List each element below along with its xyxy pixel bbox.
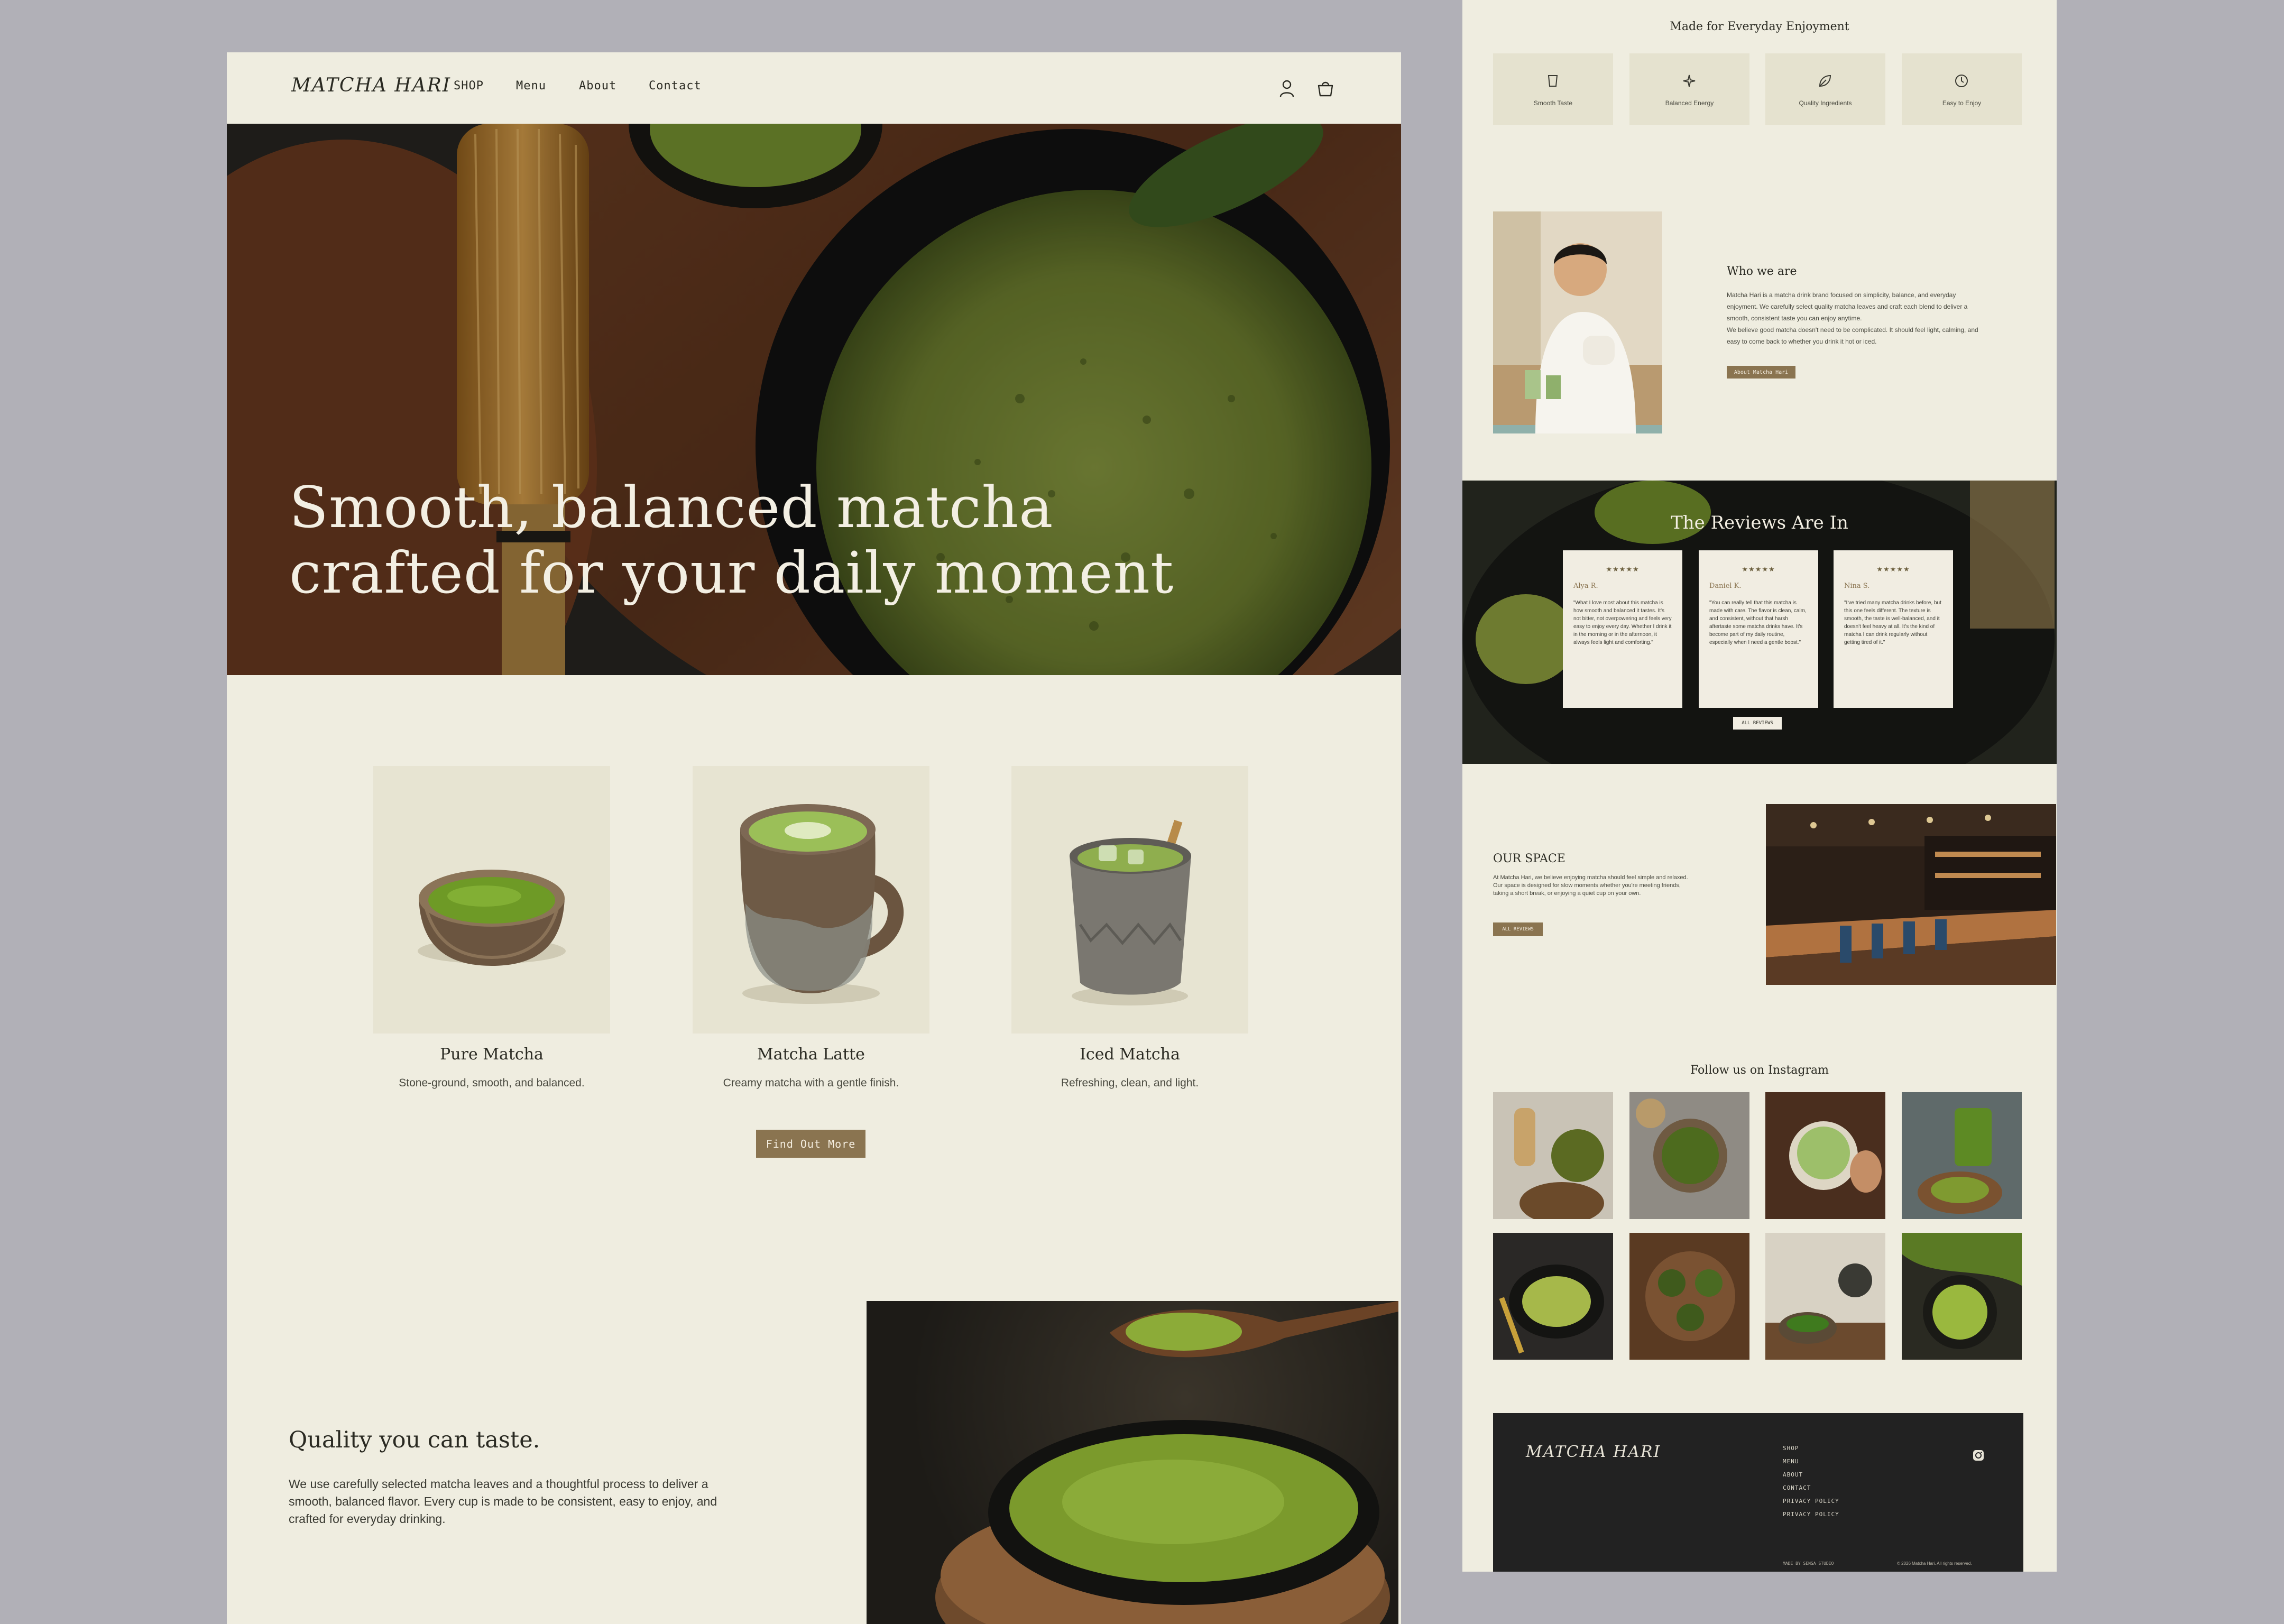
nav-link-shop[interactable]: SHOP	[454, 79, 484, 93]
about-matcha-hari-button[interactable]: About Matcha Hari	[1727, 366, 1795, 379]
instagram-image-tea-tray	[1629, 1233, 1749, 1360]
review-card: ★★★★★ Daniel K. "You can really tell tha…	[1699, 550, 1818, 708]
brand-logo[interactable]: MATCHA HARI	[291, 75, 451, 96]
feature-label: Quality Ingredients	[1799, 99, 1852, 107]
feature-label: Easy to Enjoy	[1942, 99, 1982, 107]
instagram-image-glass-tea	[1902, 1092, 2022, 1219]
nav-link-contact[interactable]: Contact	[649, 79, 702, 93]
about-page: Made for Everyday Enjoyment Smooth Taste…	[1462, 0, 2057, 1572]
leaf-icon	[1819, 75, 1831, 87]
instagram-icon[interactable]	[1972, 1449, 1985, 1462]
cafe-interior-image	[1766, 804, 2056, 985]
feature-label: Balanced Energy	[1665, 99, 1714, 107]
hero-headline-line2: crafted for your daily moment	[289, 540, 1174, 606]
star-rating: ★★★★★	[1742, 565, 1775, 573]
our-space-heading: OUR SPACE	[1493, 852, 1565, 865]
reviewer-name: Daniel K.	[1709, 582, 1742, 590]
nav-link-menu[interactable]: Menu	[516, 79, 546, 93]
instagram-post[interactable]	[1493, 1233, 1613, 1360]
who-we-are-heading: Who we are	[1727, 265, 1797, 278]
instagram-post[interactable]	[1629, 1092, 1749, 1219]
footer-logo[interactable]: MATCHA HARI	[1526, 1443, 1661, 1461]
footer-link-privacy-policy-2[interactable]: PRIVACY POLICY	[1783, 1511, 1839, 1518]
reviewer-name: Nina S.	[1844, 582, 1870, 590]
footer-link-shop[interactable]: SHOP	[1783, 1445, 1799, 1452]
cafe-interior-photo	[1766, 804, 2056, 985]
reviewer-name: Alya R.	[1573, 582, 1598, 590]
all-reviews-button[interactable]: ALL REVIEWS	[1733, 717, 1782, 730]
feature-card-easy-to-enjoy: Easy to Enjoy	[1902, 53, 2022, 125]
who-paragraph-1: Matcha Hari is a matcha drink brand focu…	[1727, 291, 1968, 322]
product-card-pure-matcha[interactable]	[373, 766, 610, 1034]
review-card: ★★★★★ Alya R. "What I love most about th…	[1563, 550, 1682, 708]
quality-description: We use carefully selected matcha leaves …	[289, 1477, 717, 1526]
iced-matcha-cup-image	[1070, 819, 1191, 1005]
features-heading: Made for Everyday Enjoyment	[1670, 20, 1849, 33]
instagram-image-leaf-bowl	[1902, 1233, 2022, 1360]
user-account-icon[interactable]	[1276, 78, 1297, 99]
footer-link-menu[interactable]: MENU	[1783, 1458, 1799, 1465]
barista-photo	[1493, 211, 1662, 433]
footer-link-privacy-policy[interactable]: PRIVACY POLICY	[1783, 1498, 1839, 1505]
reviews-heading: The Reviews Are In	[1671, 512, 1848, 533]
nav-link-about[interactable]: About	[579, 79, 616, 93]
product-description: Refreshing, clean, and light.	[1061, 1077, 1199, 1089]
review-text: "You can really tell that this matcha is…	[1709, 600, 1807, 645]
pure-matcha-bowl-image	[418, 870, 566, 966]
product-name: Pure Matcha	[440, 1045, 544, 1064]
product-card-matcha-latte[interactable]	[693, 766, 929, 1034]
star-rating: ★★★★★	[1606, 565, 1640, 573]
footer-link-about[interactable]: ABOUT	[1783, 1471, 1803, 1478]
who-paragraph-2: We believe good matcha doesn't need to b…	[1727, 326, 1978, 345]
clock-icon	[1955, 75, 1968, 87]
sparkle-icon	[1683, 75, 1696, 87]
review-text: "What I love most about this matcha is h…	[1573, 600, 1672, 645]
hero-headline-line1: Smooth, balanced matcha	[289, 475, 1054, 541]
product-name: Matcha Latte	[757, 1045, 865, 1064]
our-space-description: At Matcha Hari, we believe enjoying matc…	[1493, 874, 1688, 897]
feature-card-smooth-taste: Smooth Taste	[1493, 53, 1613, 125]
hero-headline: Smooth, balanced matcha crafted for your…	[289, 475, 1174, 606]
site-footer: MATCHA HARI SHOP MENU ABOUT CONTACT PRIV…	[1493, 1413, 2023, 1572]
our-space-button[interactable]: ALL REVIEWS	[1493, 922, 1543, 936]
instagram-image-hands-bowl	[1765, 1092, 1885, 1219]
reviews-section: The Reviews Are In ★★★★★ Alya R. "What I…	[1462, 481, 2057, 764]
matcha-powder-photo	[867, 1301, 1398, 1624]
star-rating: ★★★★★	[1876, 565, 1910, 573]
feature-card-balanced-energy: Balanced Energy	[1629, 53, 1749, 125]
instagram-post[interactable]	[1629, 1233, 1749, 1360]
hero-banner: Smooth, balanced matcha crafted for your…	[227, 124, 1401, 675]
instagram-image-whisk-set	[1493, 1092, 1613, 1219]
instagram-post[interactable]	[1765, 1092, 1885, 1219]
product-name: Iced Matcha	[1080, 1045, 1180, 1064]
instagram-heading: Follow us on Instagram	[1690, 1064, 1829, 1077]
instagram-post[interactable]	[1765, 1233, 1885, 1360]
copyright-text: © 2026 Matcha Hari. All rights reserved.	[1897, 1561, 1972, 1566]
feature-card-quality-ingredients: Quality Ingredients	[1765, 53, 1885, 125]
shopping-bag-icon[interactable]	[1315, 78, 1336, 99]
who-we-are-description: Matcha Hari is a matcha drink brand focu…	[1727, 289, 1981, 347]
cup-icon	[1548, 75, 1558, 87]
home-page: MATCHA HARI SHOP Menu About Contact Smoo…	[227, 52, 1401, 1624]
feature-label: Smooth Taste	[1533, 99, 1573, 107]
barista-pouring-image	[1493, 211, 1662, 433]
instagram-image-teapot	[1765, 1233, 1885, 1360]
matcha-powder-plate-image	[935, 1301, 1398, 1624]
review-card: ★★★★★ Nina S. "I've tried many matcha dr…	[1834, 550, 1953, 708]
made-by-credit: MADE BY SENSA STUDIO	[1783, 1561, 1834, 1566]
instagram-post[interactable]	[1902, 1092, 2022, 1219]
quality-heading: Quality you can taste.	[289, 1427, 540, 1453]
review-text: "I've tried many matcha drinks before, b…	[1844, 600, 1941, 645]
instagram-post[interactable]	[1493, 1092, 1613, 1219]
footer-link-contact[interactable]: CONTACT	[1783, 1484, 1811, 1491]
top-navigation: MATCHA HARI SHOP Menu About Contact	[227, 52, 1401, 124]
product-card-iced-matcha[interactable]	[1011, 766, 1248, 1034]
matcha-latte-mug-image	[740, 804, 904, 1004]
product-description: Stone-ground, smooth, and balanced.	[399, 1077, 585, 1089]
find-out-more-button[interactable]: Find Out More	[756, 1130, 865, 1158]
product-description: Creamy matcha with a gentle finish.	[723, 1077, 899, 1089]
instagram-image-powder-plate	[1493, 1233, 1613, 1360]
instagram-image-stone-bowl	[1629, 1092, 1749, 1219]
instagram-post[interactable]	[1902, 1233, 2022, 1360]
